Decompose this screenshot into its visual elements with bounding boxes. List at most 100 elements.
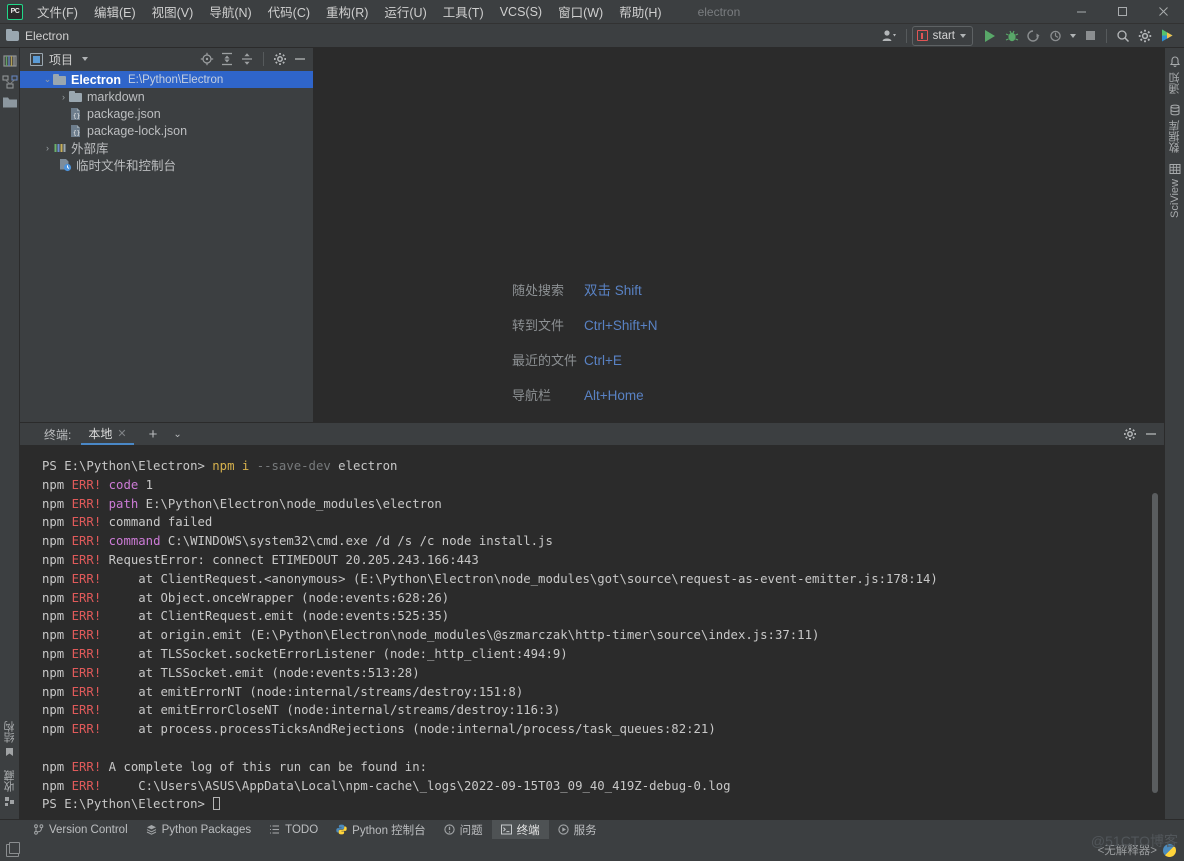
expand-all-icon[interactable]: [218, 50, 236, 68]
pycharm-logo-icon: PC: [7, 3, 23, 20]
menu-bar: PC 文件(F) 编辑(E) 视图(V) 导航(N) 代码(C) 重构(R) 运…: [0, 0, 1184, 24]
bottom-tab-label: 服务: [573, 824, 597, 837]
editor-area[interactable]: 随处搜索 双击 Shift 转到文件 Ctrl+Shift+N 最近的文件 Ct…: [314, 48, 1164, 422]
chevron-down-icon[interactable]: ⌄: [42, 74, 53, 85]
hint-search-everywhere: 随处搜索 双击 Shift: [512, 279, 658, 299]
tree-row-scratches-and-consoles[interactable]: 临时文件和控制台: [20, 156, 313, 173]
project-settings-gear-icon[interactable]: [271, 50, 289, 68]
upper-row: 项目 ⌄ Electron E:\Python\Electron › markd…: [20, 48, 1164, 422]
terminal-output[interactable]: PS E:\Python\Electron> npm i --save-dev …: [20, 445, 1164, 819]
notifications-stripe-group[interactable]: 通知: [1167, 56, 1183, 94]
menu-tools[interactable]: 工具(T): [435, 0, 492, 24]
menu-file[interactable]: 文件(F): [29, 0, 86, 24]
folder-tool-icon[interactable]: [2, 95, 18, 111]
problems-icon: [444, 824, 455, 835]
project-tree[interactable]: ⌄ Electron E:\Python\Electron › markdown: [20, 70, 313, 422]
structure-stripe-label-group[interactable]: 结构: [2, 721, 18, 758]
copy-status-icon[interactable]: [6, 841, 20, 857]
tree-row-package-json[interactable]: {} package.json: [20, 105, 313, 122]
search-everywhere-button[interactable]: [1112, 26, 1134, 46]
settings-button[interactable]: [1134, 26, 1156, 46]
terminal-line: npm ERR! at Object.onceWrapper (node:eve…: [42, 590, 450, 605]
bottom-tab-version-control[interactable]: Version Control: [24, 822, 137, 838]
profile-button[interactable]: [1045, 26, 1067, 46]
editor-hint-list: 随处搜索 双击 Shift 转到文件 Ctrl+Shift+N 最近的文件 Ct…: [512, 279, 658, 420]
menu-run[interactable]: 运行(U): [376, 0, 434, 24]
menu-help[interactable]: 帮助(H): [611, 0, 669, 24]
folder-icon: [53, 73, 67, 87]
minimize-button[interactable]: [1061, 0, 1102, 24]
stop-icon: [1085, 31, 1095, 40]
hint-recent-files: 最近的文件 Ctrl+E: [512, 350, 658, 369]
maximize-button[interactable]: [1102, 0, 1143, 24]
bottom-tab-services[interactable]: 服务: [549, 820, 606, 840]
bottom-tab-python-console[interactable]: Python 控制台: [327, 820, 435, 840]
collapse-all-icon[interactable]: [238, 50, 256, 68]
run-configuration-selector[interactable]: start: [911, 25, 973, 46]
new-terminal-button[interactable]: +: [144, 426, 163, 443]
hint-shortcut: Alt+Home: [584, 388, 644, 403]
chevron-right-icon[interactable]: ›: [58, 92, 69, 102]
updates-button[interactable]: [1156, 26, 1178, 46]
terminal-line: npm ERR! A complete log of this run can …: [42, 759, 427, 774]
project-panel-icon: [30, 52, 43, 66]
terminal-settings-gear-icon[interactable]: [1121, 425, 1139, 443]
terminal-title: 终端:: [44, 427, 72, 442]
tree-label: package.json: [87, 106, 161, 121]
bottom-tab-terminal[interactable]: 终端: [491, 819, 549, 840]
run-button[interactable]: [979, 26, 1001, 46]
structure-tool-icon[interactable]: [1, 74, 18, 90]
bottom-tab-python-packages[interactable]: Python Packages: [137, 822, 261, 838]
toolbar-project-name[interactable]: Electron: [25, 29, 69, 43]
menu-window[interactable]: 窗口(W): [550, 0, 611, 24]
menu-refactor[interactable]: 重构(R): [318, 0, 376, 24]
select-opened-file-icon[interactable]: [198, 50, 216, 68]
sciview-stripe-group[interactable]: SciView: [1169, 163, 1181, 218]
project-view-chevron-down-icon[interactable]: [82, 57, 89, 61]
hide-panel-icon[interactable]: [291, 50, 309, 68]
status-bar: <无解释器> @51CTO博客: [0, 833, 1184, 861]
chevron-right-icon[interactable]: ›: [42, 143, 53, 153]
main-area: 结构 收藏 项目 ⌄ Electron E:\Python\Electron ›…: [0, 48, 1184, 819]
user-account-icon[interactable]: [879, 26, 901, 46]
terminal-line: npm ERR! at emitErrorNT (node:internal/s…: [42, 684, 524, 699]
menu-code[interactable]: 代码(C): [260, 0, 318, 24]
interpreter-status[interactable]: <无解释器>: [1098, 842, 1157, 858]
menu-navigate[interactable]: 导航(N): [201, 0, 259, 24]
close-icon[interactable]: ✕: [117, 427, 126, 440]
profile-dropdown[interactable]: [1067, 26, 1079, 46]
terminal-line: npm ERR! at ClientRequest.<anonymous> (E…: [42, 571, 938, 586]
tree-row-markdown[interactable]: › markdown: [20, 88, 313, 105]
terminal-tab-local[interactable]: 本地 ✕: [81, 423, 134, 445]
stop-button[interactable]: [1079, 26, 1101, 46]
bottom-tab-problems[interactable]: 问题: [435, 820, 492, 840]
tree-label: package-lock.json: [87, 123, 188, 138]
project-panel-divider: [263, 52, 264, 66]
terminal-dropdown-chevron-down-icon[interactable]: ⌄: [168, 429, 186, 440]
debug-button[interactable]: [1001, 26, 1023, 46]
menu-edit[interactable]: 编辑(E): [86, 0, 144, 24]
hint-shortcut: Ctrl+E: [584, 353, 622, 368]
terminal-hide-icon[interactable]: [1142, 425, 1160, 443]
menu-vcs[interactable]: VCS(S): [492, 2, 550, 22]
sciview-stripe-label: SciView: [1168, 179, 1181, 218]
close-button[interactable]: [1143, 0, 1184, 24]
project-tool-window: 项目 ⌄ Electron E:\Python\Electron › markd…: [20, 48, 314, 422]
bottom-tab-todo[interactable]: TODO: [260, 822, 327, 838]
json-file-icon: {}: [69, 124, 83, 138]
terminal-line: npm ERR! at emitErrorCloseNT (node:inter…: [42, 703, 561, 718]
tree-row-external-libraries[interactable]: › 外部库: [20, 139, 313, 156]
bell-icon: [1169, 56, 1180, 67]
tree-row-electron[interactable]: ⌄ Electron E:\Python\Electron: [20, 71, 313, 88]
tree-row-package-lock-json[interactable]: {} package-lock.json: [20, 122, 313, 139]
database-stripe-group[interactable]: 数据库: [1167, 104, 1183, 153]
terminal-icon: [500, 824, 512, 835]
project-tool-icon[interactable]: [2, 53, 18, 69]
coverage-button[interactable]: [1023, 26, 1045, 46]
hint-shortcut: 双击 Shift: [584, 283, 642, 298]
favorites-stripe-label-group[interactable]: 收藏: [2, 770, 18, 807]
bottom-tab-label: 问题: [459, 824, 483, 837]
database-icon: [1170, 104, 1179, 116]
menu-view[interactable]: 视图(V): [144, 0, 202, 24]
terminal-scrollbar[interactable]: [1152, 493, 1158, 793]
